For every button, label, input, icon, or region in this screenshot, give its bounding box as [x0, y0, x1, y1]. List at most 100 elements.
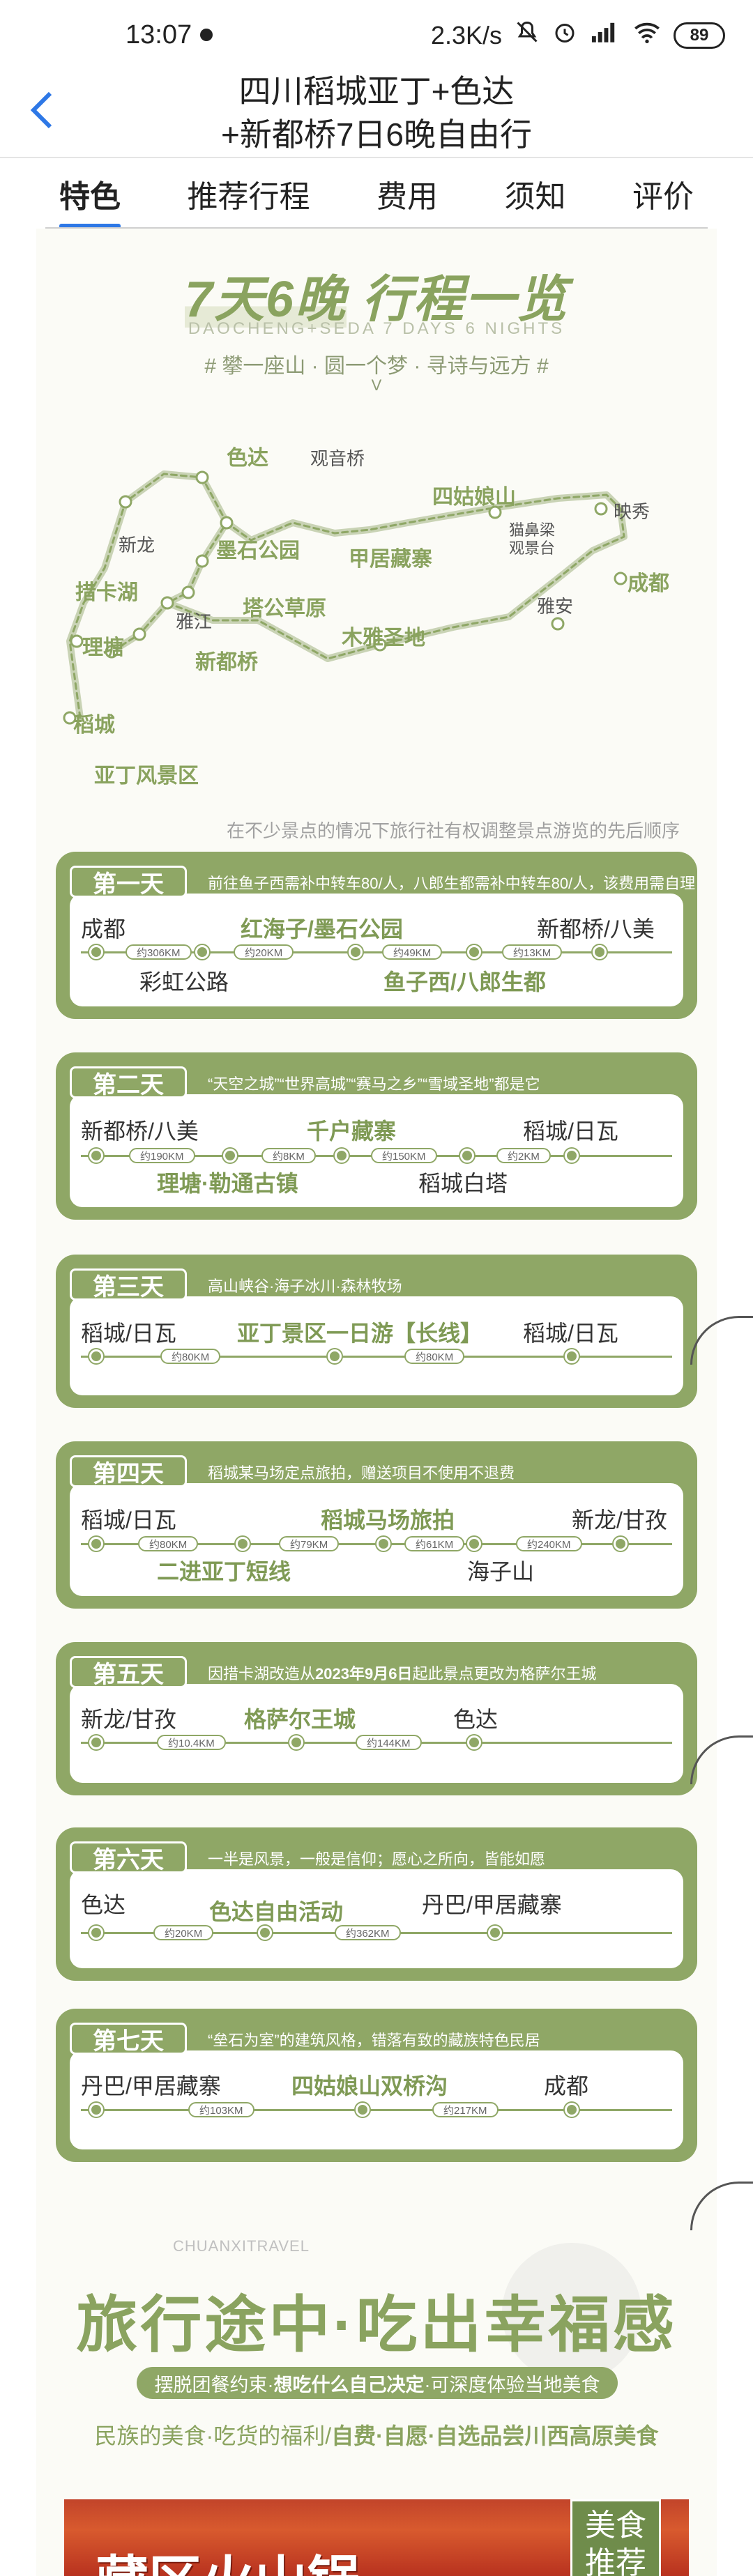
map-label-tagong: 塔公草原 [243, 597, 326, 620]
route-dot [328, 1349, 342, 1363]
day-card-3: 第三天 高山峡谷·海子冰川·森林牧场 稻城/日瓦 亚丁景区一日游【长线】 稻城/… [56, 1255, 697, 1408]
route-dot [89, 1735, 103, 1749]
day-desc: 高山峡谷·海子冰川·森林牧场 [208, 1278, 402, 1295]
route-dot [488, 1926, 502, 1940]
day-stop: 红海子/墨石公园 [241, 917, 403, 942]
page-title: 四川稻城亚丁+色达 +新都桥7日6晚自由行 [112, 70, 641, 156]
route-dot [89, 945, 103, 959]
signal-icon [590, 20, 621, 51]
food-title: 旅行途中·吃出幸福感 [76, 2290, 677, 2359]
day-stop: 四姑娘山双桥沟 [291, 2073, 448, 2099]
day-desc-rest: 起此景点更改为格萨尔王城 [412, 1665, 597, 1682]
day-stop: 色达 [453, 1707, 499, 1732]
net-speed: 2.3K/s [430, 20, 502, 49]
day-stop: 稻城/日瓦 [523, 1119, 618, 1144]
day-label: 第三天 [70, 1268, 187, 1301]
map-label-yajiang: 雅江 [176, 611, 213, 632]
day-label: 第二天 [70, 1066, 187, 1098]
alarm-clock-icon [552, 20, 577, 51]
map-label-guanyinqiao: 观音桥 [310, 448, 365, 469]
day-stop: 稻城马场旅拍 [321, 1508, 455, 1533]
food-image[interactable]: 藏区火山锅 美食 推荐 [64, 2499, 689, 2576]
status-bar: 13:07 2.3K/s 89 [0, 0, 753, 70]
distance-badge: 约240KM [516, 1536, 582, 1551]
day-stop: 新都桥/八美 [537, 917, 655, 942]
day-stop: 彩虹公路 [139, 969, 229, 995]
day-stop: 新都桥/八美 [81, 1119, 199, 1144]
back-button[interactable] [21, 82, 63, 138]
food-line-plain: 民族的美食·吃货的福利/ [94, 2423, 332, 2448]
day-desc-bold: 2023年9月6日 [315, 1665, 413, 1682]
mute-icon [515, 20, 540, 51]
page-title-line2: +新都桥7日6晚自由行 [220, 116, 533, 153]
day-card-7: 第七天 “垒石为室”的建筑风格，错落有致的藏族特色民居 丹巴/甲居藏寨 四姑娘山… [56, 2009, 697, 2162]
route-dot [195, 945, 209, 959]
distance-badge: 约10.4KM [157, 1735, 226, 1750]
distance-badge: 约80KM [160, 1349, 221, 1364]
food-en-label: CHUANXITRAVEL [173, 2237, 310, 2255]
page-title-line1: 四川稻城亚丁+色达 [238, 73, 515, 109]
map-label-yingxiu: 映秀 [614, 501, 651, 522]
distance-badge: 约79KM [279, 1536, 340, 1551]
food-pill-bold: 想吃什么自己决定 [273, 2374, 425, 2395]
day-stop: 新龙/甘孜 [572, 1508, 667, 1533]
day-label: 第六天 [70, 1841, 187, 1873]
day-stop: 丹巴/甲居藏寨 [422, 1892, 562, 1917]
day-card-1: 第一天 前往鱼子西需补中转车80/人，八郎生都需补中转车80/人，该费用需自理 … [56, 852, 697, 1019]
distance-badge: 约2KM [496, 1148, 551, 1163]
food-image-title: 藏区火山锅 [96, 2538, 360, 2576]
map-label-moshi-park: 墨石公园 [216, 539, 300, 562]
distance-badge: 约13KM [502, 944, 563, 960]
route-dot [289, 1735, 303, 1749]
overview-title-en: DAOCHENG+SEDA 7 DAYS 6 NIGHTS [188, 319, 565, 338]
distance-badge: 约103KM [188, 2102, 254, 2117]
day-stop: 稻城/日瓦 [81, 1508, 176, 1533]
distance-badge: 约362KM [335, 1925, 401, 1940]
day-label: 第四天 [70, 1455, 187, 1487]
route-dot [335, 1149, 349, 1163]
route-dot [467, 1735, 481, 1749]
map-label-daocheng: 稻城 [73, 714, 115, 737]
day-desc: 因措卡湖改造从2023年9月6日起此景点更改为格萨尔王城 [208, 1662, 596, 1684]
tab-notice[interactable]: 须知 [491, 171, 580, 216]
distance-badge: 约217KM [432, 2102, 499, 2117]
distance-badge: 约144KM [356, 1735, 422, 1750]
tab-reviews[interactable]: 评价 [618, 171, 708, 216]
map-label-litang: 理塘 [82, 636, 124, 659]
distance-badge: 约80KM [404, 1349, 465, 1364]
status-time: 13:07 [126, 20, 192, 49]
food-pill-plain: 摆脱团餐约束· [154, 2374, 274, 2395]
map-label-xinlong: 新龙 [119, 535, 155, 555]
route-dot [89, 1926, 103, 1940]
map-label-yading: 亚丁风景区 [94, 765, 199, 788]
day-desc: “垒石为室”的建筑风格，错落有致的藏族特色民居 [208, 2032, 540, 2049]
route-map: 色达 观音桥 四姑娘山 映秀 猫鼻梁 观景台 新龙 墨石公园 甲居藏寨 成都 措… [56, 404, 711, 795]
day-label: 第七天 [70, 2023, 187, 2055]
distance-badge: 约20KM [234, 944, 294, 960]
distance-badge: 约80KM [138, 1536, 199, 1551]
tab-bar: 特色 推荐行程 费用 须知 评价 [45, 159, 708, 229]
tab-cost[interactable]: 费用 [363, 171, 452, 216]
header-divider [0, 157, 753, 158]
status-indicators: 2.3K/s 89 [431, 20, 725, 51]
distance-badge: 约49KM [382, 944, 443, 960]
map-label-maobiliang: 猫鼻梁 观景台 [509, 521, 556, 557]
food-line-bold: 自费·自愿·自选品尝川西高原美食 [331, 2423, 659, 2448]
route-dot [614, 1537, 628, 1551]
tab-features[interactable]: 特色 [45, 171, 135, 229]
day-desc: 稻城某马场定点旅拍，赠送项目不使用不退费 [208, 1464, 515, 1482]
day-card-5: 第五天 因措卡湖改造从2023年9月6日起此景点更改为格萨尔王城 新龙/甘孜 格… [56, 1642, 697, 1795]
tab-itinerary[interactable]: 推荐行程 [174, 171, 324, 216]
day-card-4: 第四天 稻城某马场定点旅拍，赠送项目不使用不退费 稻城/日瓦 稻城马场旅拍 新龙… [56, 1441, 697, 1609]
route-dot [376, 1537, 390, 1551]
distance-badge: 约20KM [153, 1925, 214, 1940]
day-desc-plain: 因措卡湖改造从 [208, 1665, 316, 1682]
route-dot [565, 2103, 579, 2117]
route-map-svg [63, 470, 628, 725]
day-stop: 色达自由活动 [209, 1899, 344, 1924]
day-card-2: 第二天 “天空之城”“世界高城”“赛马之乡”“雪域圣地”都是它 新都桥/八美 千… [56, 1052, 697, 1220]
route-dot [258, 1926, 272, 1940]
route-dot [565, 1349, 579, 1363]
day-label: 第五天 [70, 1656, 187, 1688]
map-label-cuoka-lake: 措卡湖 [75, 581, 138, 604]
